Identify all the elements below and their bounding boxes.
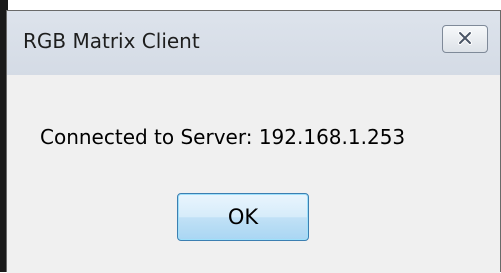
ok-button[interactable]: OK — [177, 193, 309, 241]
message-dialog: RGB Matrix Client Connected to Server: 1… — [6, 10, 501, 273]
close-button[interactable] — [442, 25, 488, 53]
window-title: RGB Matrix Client — [23, 29, 200, 53]
close-icon — [457, 30, 473, 49]
status-message: Connected to Server: 192.168.1.253 — [40, 125, 406, 149]
title-bar[interactable]: RGB Matrix Client — [7, 11, 500, 75]
dialog-body: Connected to Server: 192.168.1.253 OK — [7, 75, 500, 273]
